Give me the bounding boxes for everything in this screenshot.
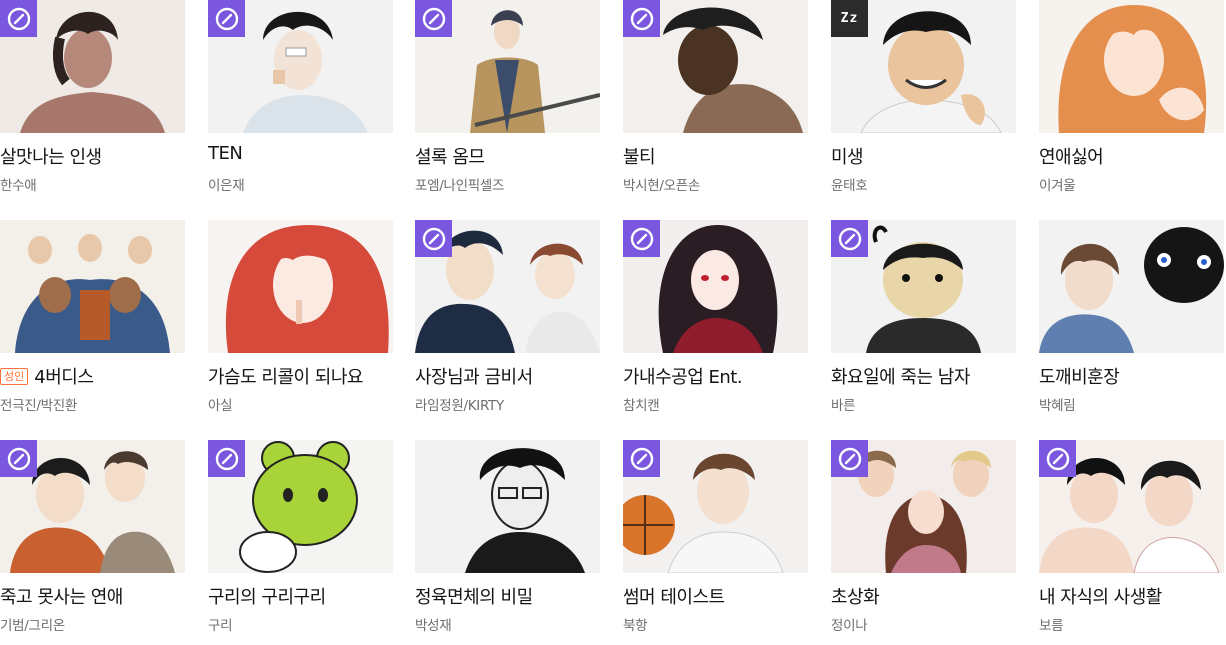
webtoon-card[interactable]: 불티 박시현/오픈손 [623,0,808,205]
webtoon-author: 포엠/나인픽셀즈 [415,178,505,194]
webtoon-author: 참치캔 [623,398,660,414]
webtoon-author: 구리 [208,618,233,634]
webtoon-title[interactable]: 셜록 옴므 [415,143,600,169]
up-icon [623,220,660,257]
up-icon [831,440,868,477]
webtoon-card[interactable]: 셜록 옴므 포엠/나인픽셀즈 [415,0,600,205]
webtoon-author: 이겨울 [1039,178,1076,194]
webtoon-card[interactable]: 초상화 정이나 [831,440,1016,645]
webtoon-author: 북항 [623,618,648,634]
webtoon-title[interactable]: 초상화 [831,583,1016,609]
webtoon-thumbnail[interactable] [415,220,600,353]
webtoon-author: 전극진/박진환 [0,398,77,414]
webtoon-title[interactable]: 가내수공업 Ent. [623,363,808,389]
webtoon-title[interactable]: 썸머 테이스트 [623,583,808,609]
webtoon-card[interactable]: 도깨비훈장 박혜림 [1039,220,1224,425]
webtoon-title[interactable]: 정육면체의 비밀 [415,583,600,609]
webtoon-author: 박혜림 [1039,398,1076,414]
webtoon-card[interactable]: 연애싫어 이겨울 [1039,0,1224,205]
webtoon-title[interactable]: 죽고 못사는 연애 [0,583,185,609]
webtoon-card[interactable]: 성인 4버디스 전극진/박진환 [0,220,185,425]
webtoon-card[interactable]: 정육면체의 비밀 박성재 [415,440,600,645]
webtoon-title-text[interactable]: 4버디스 [34,367,94,388]
webtoon-thumbnail[interactable] [1039,440,1224,573]
webtoon-title[interactable]: 살맛나는 인생 [0,143,185,169]
webtoon-card[interactable]: 사장님과 금비서 라임정원/KIRTY [415,220,600,425]
webtoon-author: 바른 [831,398,856,414]
webtoon-card[interactable]: 가내수공업 Ent. 참치캔 [623,220,808,425]
webtoon-thumbnail[interactable] [831,440,1016,573]
adult-badge: 성인 [0,368,29,385]
webtoon-card[interactable]: Zz 미생 윤태호 [831,0,1016,205]
up-icon [0,440,37,477]
webtoon-grid: 살맛나는 인생 한수애 TEN 이은재 셜록 옴므 포엠/나인픽셀즈 불티 박시… [0,0,1226,637]
webtoon-thumbnail[interactable] [0,220,185,353]
webtoon-author: 박성재 [415,618,452,634]
webtoon-card[interactable]: TEN 이은재 [208,0,393,205]
webtoon-card[interactable]: 썸머 테이스트 북항 [623,440,808,645]
webtoon-author: 이은재 [208,178,245,194]
up-icon [0,0,37,37]
up-icon [415,220,452,257]
webtoon-card[interactable]: 구리의 구리구리 구리 [208,440,393,645]
webtoon-card[interactable]: 가슴도 리콜이 되나요 아실 [208,220,393,425]
webtoon-author: 기범/그리온 [0,618,65,634]
webtoon-title[interactable]: 구리의 구리구리 [208,583,393,609]
up-icon [208,440,245,477]
webtoon-author: 보름 [1039,618,1064,634]
sleep-icon: Zz [831,0,868,37]
webtoon-thumbnail[interactable] [1039,220,1224,353]
webtoon-author: 아실 [208,398,233,414]
webtoon-author: 정이나 [831,618,868,634]
webtoon-title[interactable]: 불티 [623,143,808,169]
up-icon [831,220,868,257]
webtoon-author: 한수애 [0,178,37,194]
webtoon-thumbnail[interactable]: Zz [831,0,1016,133]
webtoon-thumbnail[interactable] [1039,0,1224,133]
webtoon-thumbnail[interactable] [415,440,600,573]
webtoon-title[interactable]: 내 자식의 사생활 [1039,583,1224,609]
webtoon-card[interactable]: 살맛나는 인생 한수애 [0,0,185,205]
webtoon-card[interactable]: 내 자식의 사생활 보름 [1039,440,1224,645]
webtoon-thumbnail[interactable] [415,0,600,133]
webtoon-title[interactable]: 사장님과 금비서 [415,363,600,389]
up-icon [623,0,660,37]
webtoon-author: 라임정원/KIRTY [415,398,504,414]
webtoon-title[interactable]: 미생 [831,143,1016,169]
up-icon [623,440,660,477]
webtoon-thumbnail[interactable] [208,0,393,133]
webtoon-title[interactable]: 성인 4버디스 [0,363,185,389]
up-icon [415,0,452,37]
webtoon-card[interactable]: 화요일에 죽는 남자 바른 [831,220,1016,425]
webtoon-thumbnail[interactable] [623,0,808,133]
webtoon-thumbnail[interactable] [0,0,185,133]
webtoon-thumbnail[interactable] [623,440,808,573]
webtoon-title[interactable]: 도깨비훈장 [1039,363,1224,389]
webtoon-title[interactable]: TEN [208,143,393,164]
webtoon-title[interactable]: 연애싫어 [1039,143,1224,169]
up-icon [208,0,245,37]
up-icon [1039,440,1076,477]
webtoon-thumbnail[interactable] [623,220,808,353]
webtoon-thumbnail[interactable] [208,220,393,353]
webtoon-author: 박시현/오픈손 [623,178,700,194]
webtoon-title[interactable]: 화요일에 죽는 남자 [831,363,1016,389]
webtoon-card[interactable]: 죽고 못사는 연애 기범/그리온 [0,440,185,645]
webtoon-title[interactable]: 가슴도 리콜이 되나요 [208,363,393,389]
webtoon-author: 윤태호 [831,178,868,194]
webtoon-thumbnail[interactable] [831,220,1016,353]
webtoon-thumbnail[interactable] [0,440,185,573]
webtoon-thumbnail[interactable] [208,440,393,573]
